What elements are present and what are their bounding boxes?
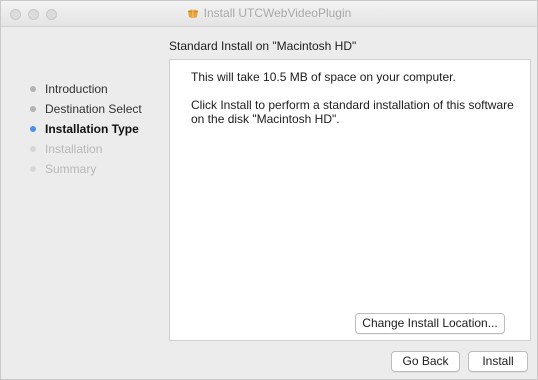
window-title-area: Install UTCWebVideoPlugin xyxy=(1,6,537,20)
step-label: Installation xyxy=(45,142,103,156)
step-label: Summary xyxy=(45,162,97,176)
step-bullet-icon xyxy=(30,166,36,172)
step-installation: Installation xyxy=(1,139,166,159)
space-required-text: This will take 10.5 MB of space on your … xyxy=(191,70,456,84)
step-bullet-icon xyxy=(30,106,36,112)
step-bullet-icon xyxy=(30,146,36,152)
installer-steps-sidebar: Introduction Destination Select Installa… xyxy=(1,79,166,179)
window-title: Install UTCWebVideoPlugin xyxy=(203,6,352,20)
package-icon xyxy=(187,9,198,18)
step-installation-type: Installation Type xyxy=(1,119,166,139)
step-label: Destination Select xyxy=(45,102,142,116)
step-bullet-icon xyxy=(30,126,36,132)
content-panel: This will take 10.5 MB of space on your … xyxy=(169,59,531,341)
install-instructions-text: Click Install to perform a standard inst… xyxy=(191,98,514,126)
change-install-location-button[interactable]: Change Install Location... xyxy=(355,313,505,334)
install-button[interactable]: Install xyxy=(468,351,528,372)
go-back-button[interactable]: Go Back xyxy=(391,351,460,372)
title-bar[interactable]: Install UTCWebVideoPlugin xyxy=(1,1,537,27)
step-destination-select: Destination Select xyxy=(1,99,166,119)
step-label: Introduction xyxy=(45,82,108,96)
step-label: Installation Type xyxy=(45,122,139,136)
step-summary: Summary xyxy=(1,159,166,179)
step-bullet-icon xyxy=(30,86,36,92)
installer-window: Install UTCWebVideoPlugin Standard Insta… xyxy=(0,0,538,380)
step-introduction: Introduction xyxy=(1,79,166,99)
page-subtitle: Standard Install on "Macintosh HD" xyxy=(169,39,357,53)
